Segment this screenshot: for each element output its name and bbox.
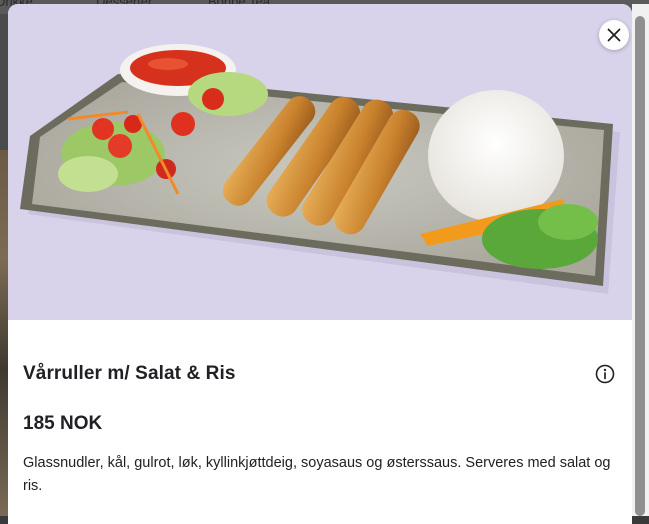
item-description: Glassnudler, kål, gulrot, løk, kyllinkjø… (23, 455, 611, 494)
info-icon[interactable] (594, 363, 616, 385)
item-image (8, 4, 632, 320)
close-button[interactable] (599, 20, 629, 50)
item-name: Vårruller m/ Salat & Ris (23, 363, 236, 384)
spring-rolls-photo (8, 4, 632, 320)
item-price: 185 NOK (23, 413, 103, 434)
close-icon (607, 28, 621, 42)
scrollbar-thumb[interactable] (635, 16, 645, 516)
item-details: Vårruller m/ Salat & Ris 185 NOK Glassnu… (23, 360, 623, 498)
item-detail-modal: Vårruller m/ Salat & Ris 185 NOK Glassnu… (8, 4, 632, 524)
title-row: Vårruller m/ Salat & Ris (23, 360, 623, 388)
modal-scrollbar[interactable] (632, 4, 649, 516)
background-menu-images (0, 150, 8, 516)
